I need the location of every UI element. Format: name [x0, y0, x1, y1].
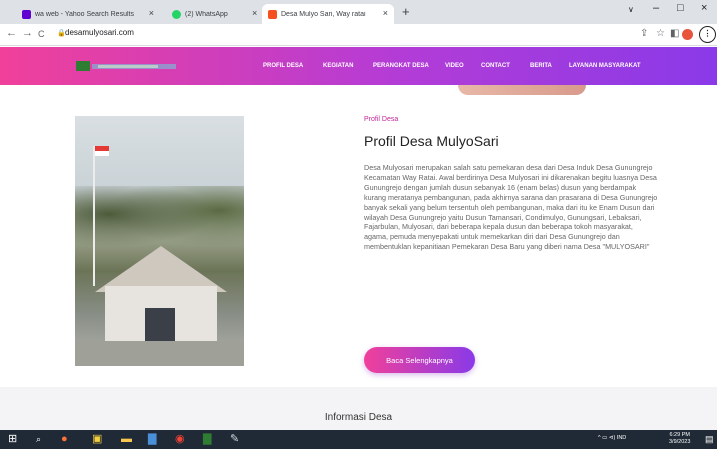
site-navbar: PROFIL DESA KEGIATAN PERANGKAT DESA VIDE… [0, 47, 717, 85]
new-tab-button[interactable]: + [402, 4, 410, 19]
notification-icon[interactable]: ▤ [705, 433, 714, 446]
store-icon[interactable]: ▣ [92, 433, 102, 446]
address-bar: ← → C 🔒 desamulyosari.com ⇪ ☆ ◧ ⋮ [0, 24, 717, 46]
tab-title: (2) WhatsApp [185, 10, 228, 18]
tab-title: wa web - Yahoo Search Results [35, 10, 134, 18]
tab-close-icon[interactable]: × [383, 8, 388, 18]
yahoo-favicon-icon [22, 9, 31, 19]
close-window-button[interactable]: × [701, 2, 707, 14]
nav-perangkat-desa[interactable]: PERANGKAT DESA [373, 63, 429, 69]
profile-avatar-icon[interactable] [682, 29, 693, 40]
word-icon[interactable]: ▇ [148, 433, 156, 446]
tab-whatsapp[interactable]: (2) WhatsApp [166, 4, 266, 24]
tab-close-icon[interactable]: × [252, 8, 257, 18]
file-explorer-icon[interactable]: ▬ [121, 433, 132, 446]
section-title: Profil Desa MulyoSari [364, 133, 499, 149]
browser-tab-bar: wa web - Yahoo Search Results × (2) What… [0, 0, 717, 24]
tab-title: Desa Mulyo Sari, Way ratai [281, 10, 366, 18]
bookmark-star-icon[interactable]: ☆ [656, 28, 665, 39]
section-kicker: Profil Desa [364, 116, 399, 123]
minimize-button[interactable]: – [653, 2, 659, 14]
forward-button[interactable]: → [22, 27, 33, 39]
clock-date: 3/9/2023 [669, 439, 691, 445]
windows-taskbar: ⊞ ⌕ ● ▣ ▬ ▇ ◉ ▇ ✎ ^ ▭ ⊲) IND 6:29 PM 3/9… [0, 430, 717, 449]
nav-contact[interactable]: CONTACT [481, 63, 510, 69]
tab-desa-mulyosari[interactable]: Desa Mulyo Sari, Way ratai × [262, 4, 394, 24]
site-favicon-icon [268, 9, 277, 19]
tab-close-icon[interactable]: × [149, 8, 154, 18]
reload-button[interactable]: C [38, 29, 45, 39]
clock[interactable]: 6:29 PM 3/9/2023 [669, 432, 690, 446]
nav-video[interactable]: VIDEO [445, 63, 464, 69]
firefox-icon[interactable]: ● [61, 433, 68, 446]
share-icon[interactable]: ⇪ [640, 28, 648, 39]
clock-time: 6:29 PM [669, 432, 690, 438]
back-button[interactable]: ← [6, 27, 17, 39]
excel-icon[interactable]: ▇ [203, 433, 211, 446]
hero-image-fragment [458, 85, 586, 95]
tab-yahoo-search[interactable]: wa web - Yahoo Search Results × [16, 4, 160, 24]
tab-search-dropdown-icon[interactable]: ∨ [628, 5, 634, 14]
chrome-icon[interactable]: ◉ [175, 433, 185, 446]
village-office-photo [75, 116, 244, 366]
info-section: Informasi Desa [0, 387, 717, 430]
url-field[interactable]: desamulyosari.com [65, 28, 134, 37]
nav-profil-desa[interactable]: PROFIL DESA [263, 63, 303, 69]
nav-kegiatan[interactable]: KEGIATAN [323, 63, 353, 69]
info-section-title: Informasi Desa [324, 412, 393, 423]
nav-berita[interactable]: BERITA [530, 63, 552, 69]
paint-icon[interactable]: ✎ [230, 433, 239, 446]
side-panel-icon[interactable]: ◧ [670, 28, 679, 39]
more-menu-icon[interactable]: ⋮ [699, 26, 716, 43]
maximize-button[interactable]: □ [677, 2, 684, 14]
system-tray[interactable]: ^ ▭ ⊲) IND [598, 435, 626, 441]
flag-graphic [95, 146, 109, 156]
nav-layanan-masyarakat[interactable]: LAYANAN MASYARAKAT [569, 63, 641, 69]
windows-icon[interactable]: ⊞ [8, 433, 17, 446]
read-more-button[interactable]: Baca Selengkapnya [364, 347, 475, 373]
profile-description: Desa Mulyosari merupakan salah satu peme… [364, 163, 658, 252]
whatsapp-favicon-icon [172, 9, 181, 19]
search-icon[interactable]: ⌕ [36, 433, 41, 446]
site-logo[interactable] [76, 60, 176, 72]
